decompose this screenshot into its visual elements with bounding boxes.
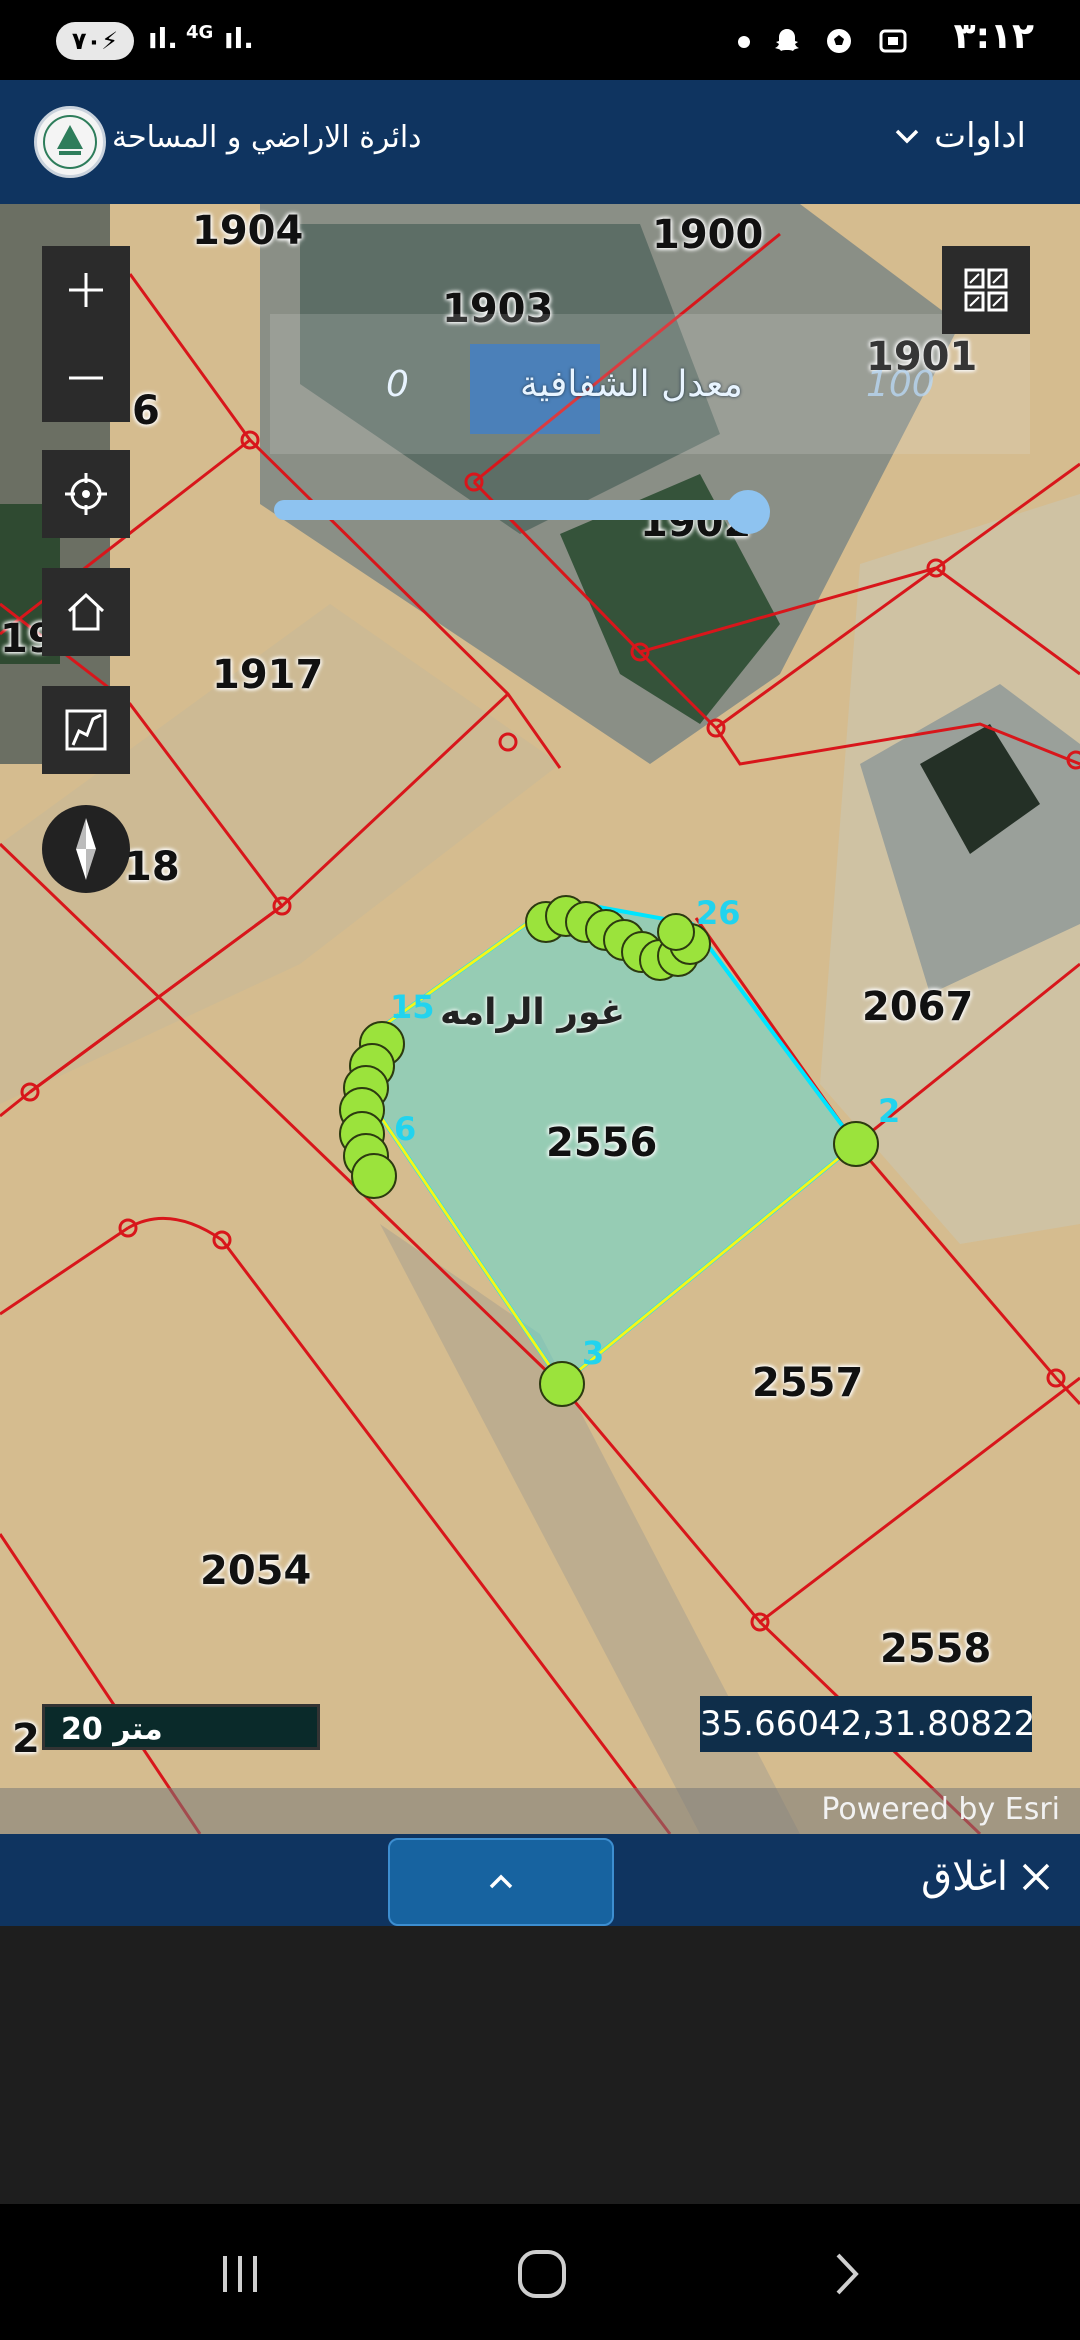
locate-button[interactable]: [42, 450, 130, 538]
expand-panel-button[interactable]: [388, 1838, 614, 1926]
close-label: اغلاق: [921, 1854, 1008, 1900]
parcel-label: 1904: [192, 208, 304, 254]
chevron-up-icon: [489, 1874, 513, 1889]
tools-menu-button[interactable]: اداوات: [894, 116, 1026, 156]
locate-icon: [65, 473, 107, 515]
app-bar: دائرة الاراضي و المساحة اداوات: [0, 80, 1080, 204]
status-bar: ٧٠⚡ ıl. 4G ıl. ٣:١٢: [0, 0, 1080, 80]
partial-parcel-label: 6: [132, 388, 160, 434]
recent-apps-icon: [223, 2256, 257, 2292]
network-type: 4G: [186, 22, 214, 43]
empty-content-area: [0, 1926, 1080, 2204]
basemap-gallery-button[interactable]: [942, 246, 1030, 334]
zoom-in-button[interactable]: [42, 246, 130, 334]
vertex-label: 15: [390, 988, 435, 1026]
system-nav-bar: [0, 2204, 1080, 2340]
grid-icon: [964, 268, 1008, 312]
transparency-slider-thumb[interactable]: [726, 490, 770, 534]
home-nav-icon: [518, 2250, 566, 2298]
measure-button[interactable]: [42, 686, 130, 774]
place-name-label: غور الرامه: [440, 992, 626, 1033]
partial-parcel-label: 2: [12, 1716, 40, 1762]
battery-level: ٧٠: [71, 27, 102, 55]
screenshot-icon: [879, 29, 907, 53]
battery-indicator: ٧٠⚡: [56, 22, 134, 60]
parcel-label: 1900: [652, 212, 764, 258]
zoom-out-button[interactable]: [42, 334, 130, 422]
coordinates-readout: 35.66042,31.80822: [700, 1696, 1035, 1752]
bottom-panel: اغلاق: [0, 1834, 1080, 1926]
signal-icon: ıl.: [148, 22, 178, 55]
zoom-out-icon: [69, 376, 103, 380]
compass-button[interactable]: [42, 805, 130, 893]
recent-apps-button[interactable]: [210, 2244, 270, 2304]
parcel-label: 2067: [862, 984, 974, 1030]
signal-icon-2: ıl.: [224, 22, 254, 55]
scale-bar: 20 متر: [42, 1704, 320, 1750]
transparency-min: 0: [386, 364, 409, 405]
selected-parcel-label: 2556: [546, 1120, 658, 1166]
app-title: دائرة الاراضي و المساحة: [112, 120, 422, 155]
transparency-max: 100: [866, 364, 935, 405]
vertex-label: 6: [394, 1110, 417, 1148]
logo-emblem-icon: [43, 115, 97, 169]
parcel-label: 2054: [200, 1548, 312, 1594]
parcel-label: 2558: [880, 1626, 992, 1672]
back-icon: [836, 2253, 859, 2295]
transparency-slider[interactable]: [274, 500, 764, 520]
snapchat-icon: [775, 29, 799, 51]
home-button[interactable]: [42, 568, 130, 656]
measure-icon: [65, 709, 107, 751]
department-logo: [34, 106, 106, 178]
compass-icon: [76, 818, 96, 880]
zoom-in-icon: [69, 273, 103, 307]
map-view[interactable]: 1904 1900 1903 1901 1917 2067 2556 2557 …: [0, 204, 1080, 1834]
notification-dot-icon: [738, 36, 750, 48]
vertex-label: 26: [696, 894, 741, 932]
tools-menu-label: اداوات: [934, 116, 1026, 156]
clock: ٣:١٢: [953, 16, 1034, 57]
partial-parcel-label: 18: [124, 844, 180, 890]
esri-attribution: Powered by Esri: [821, 1792, 1060, 1827]
football-icon: [827, 29, 851, 53]
close-button[interactable]: اغلاق: [921, 1854, 1054, 1900]
back-button[interactable]: [816, 2244, 876, 2304]
chevron-down-icon: [895, 129, 919, 144]
close-icon: [1022, 1863, 1050, 1891]
vertex-label: 2: [878, 1092, 901, 1130]
transparency-title: معدل الشفافية: [520, 364, 743, 405]
parcel-label: 1917: [212, 652, 324, 698]
parcel-label: 2557: [752, 1360, 864, 1406]
vertex-label: 3: [582, 1334, 605, 1372]
home-icon: [67, 592, 105, 631]
home-nav-button[interactable]: [512, 2244, 572, 2304]
